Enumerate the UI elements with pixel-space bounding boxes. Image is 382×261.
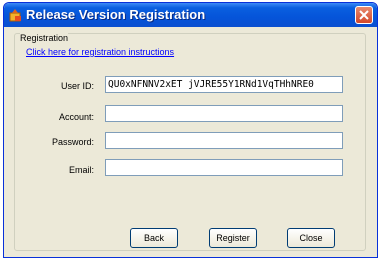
title-bar[interactable]: Release Version Registration — [4, 3, 377, 27]
back-button[interactable]: Back — [130, 228, 178, 248]
password-field[interactable] — [105, 132, 343, 149]
account-label: Account: — [58, 112, 94, 122]
window-title: Release Version Registration — [26, 7, 206, 22]
user-id-field[interactable]: QU0xNFNNV2xET jVJRE55Y1RNd1VqTHhNRE0 — [105, 76, 343, 93]
email-field[interactable] — [105, 159, 343, 176]
instructions-link[interactable]: Click here for registration instructions — [26, 47, 174, 57]
password-label: Password: — [51, 137, 94, 147]
close-icon — [359, 10, 369, 20]
close-window-button[interactable] — [355, 6, 373, 24]
account-field[interactable] — [105, 105, 343, 122]
group-label: Registration — [20, 33, 69, 43]
app-icon — [9, 9, 21, 22]
user-id-label: User ID: — [60, 81, 94, 91]
register-button[interactable]: Register — [209, 228, 257, 248]
close-button[interactable]: Close — [287, 228, 335, 248]
email-label: Email: — [68, 165, 94, 175]
